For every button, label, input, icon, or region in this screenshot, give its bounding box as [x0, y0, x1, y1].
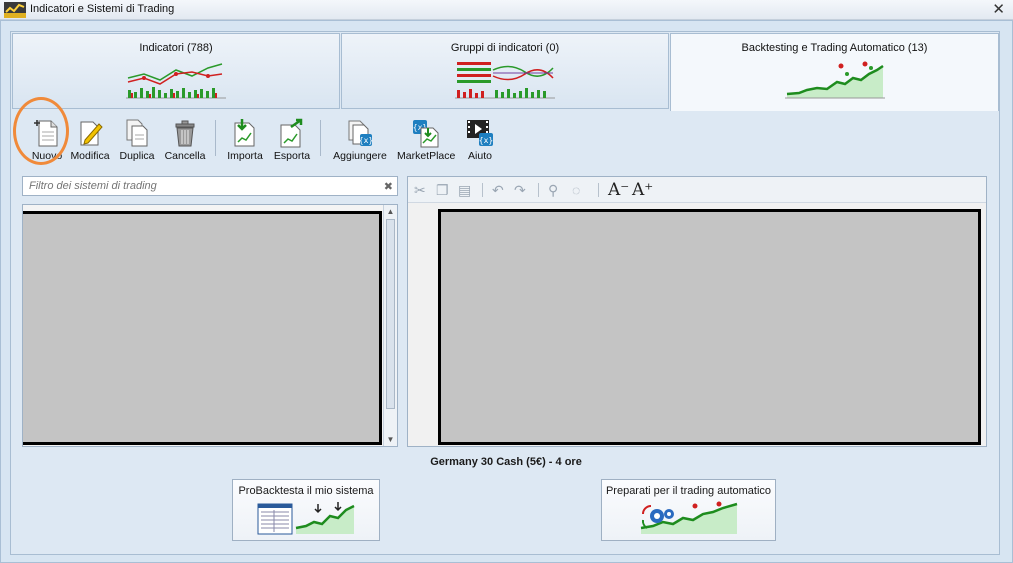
duplica-label: Duplica: [119, 150, 155, 162]
search-input[interactable]: [27, 178, 377, 194]
add-system-icon: {x}: [348, 120, 373, 146]
probacktest-button[interactable]: ProBacktesta il mio sistema: [232, 479, 380, 541]
tab-indicatori[interactable]: Indicatori (788): [12, 33, 340, 109]
search-icon[interactable]: ⚲: [548, 181, 558, 199]
editor-toolbar: ✂ ❐ ▤ ↶ ↷ ⚲ ◌ A⁻ A⁺: [408, 177, 986, 203]
list-scrollbar[interactable]: ▲ ▼: [383, 205, 397, 446]
cancella-label: Cancella: [164, 150, 206, 162]
duplicate-icon: [126, 119, 148, 147]
prepare-auto-trading-button[interactable]: Preparati per il trading automatico: [601, 479, 776, 541]
automatic-trading-icon: [640, 501, 737, 534]
import-icon: [234, 119, 255, 147]
font-larger-icon[interactable]: A⁺: [632, 181, 653, 199]
svg-text:{x}: {x}: [359, 136, 373, 145]
redacted-area: [23, 211, 382, 445]
aggiungere-button[interactable]: {x} Aggiungere: [331, 118, 389, 162]
window-frame: Indicatori (788) Gruppi di indicatori (0…: [0, 20, 1013, 563]
editor-separator: [538, 183, 539, 197]
indicator-chart-icon: [126, 63, 226, 99]
toolbar-separator: [215, 120, 216, 156]
prepare-label: Preparati per il trading automatico: [605, 485, 772, 497]
edit-pencil-icon: [80, 121, 103, 146]
editor-separator: [598, 183, 599, 197]
demo-logo-icon: [4, 2, 26, 18]
paste-icon[interactable]: ▤: [458, 181, 471, 199]
title-bar: Indicatori e Sistemi di Trading ✕: [0, 0, 1013, 20]
tab-label: Backtesting e Trading Automatico (13): [741, 42, 928, 54]
window-title: Indicatori e Sistemi di Trading: [30, 3, 175, 15]
backtesting-chart-icon: [784, 61, 885, 99]
probacktest-label: ProBacktesta il mio sistema: [238, 485, 374, 497]
redacted-area: [438, 209, 981, 445]
cancella-button[interactable]: Cancella: [163, 118, 207, 162]
aggiungere-label: Aggiungere: [333, 150, 387, 162]
importa-label: Importa: [227, 150, 263, 162]
toolbar-separator: [320, 120, 321, 156]
cut-icon[interactable]: ✂: [414, 181, 426, 199]
aiuto-label: Aiuto: [468, 150, 492, 162]
marketplace-button[interactable]: {x} MarketPlace: [397, 118, 455, 162]
marketplace-icon: {x}: [413, 120, 439, 148]
indicator-groups-icon: [455, 62, 555, 99]
copy-icon[interactable]: ❐: [436, 181, 449, 199]
modifica-button[interactable]: Modifica: [69, 118, 111, 162]
close-icon[interactable]: ✕: [992, 0, 1005, 18]
backtest-report-icon: [257, 502, 355, 535]
export-icon: [280, 118, 303, 148]
trading-systems-list[interactable]: ▲ ▼: [22, 204, 398, 447]
trash-can-icon: [175, 120, 195, 147]
comment-icon[interactable]: ◌: [572, 181, 580, 199]
main-panel: Indicatori (788) Gruppi di indicatori (0…: [10, 31, 1000, 555]
undo-icon[interactable]: ↶: [492, 181, 504, 199]
svg-text:{x}: {x}: [479, 136, 493, 145]
esporta-button[interactable]: Esporta: [271, 118, 313, 162]
tab-gruppi[interactable]: Gruppi di indicatori (0): [341, 33, 669, 109]
search-field[interactable]: ✖: [22, 176, 398, 196]
modifica-label: Modifica: [70, 150, 110, 162]
tab-backtesting[interactable]: Backtesting e Trading Automatico (13): [670, 33, 999, 111]
font-smaller-icon[interactable]: A⁻: [608, 181, 629, 199]
scroll-down-icon[interactable]: ▼: [386, 435, 395, 444]
scroll-thumb[interactable]: [386, 219, 395, 409]
help-video-icon: {x}: [467, 120, 493, 146]
importa-button[interactable]: Importa: [225, 118, 265, 162]
marketplace-label: MarketPlace: [397, 150, 456, 162]
code-editor[interactable]: ✂ ❐ ▤ ↶ ↷ ⚲ ◌ A⁻ A⁺: [407, 176, 987, 447]
clear-icon[interactable]: ✖: [384, 180, 393, 193]
tab-label: Gruppi di indicatori (0): [450, 42, 560, 54]
editor-separator: [482, 183, 483, 197]
esporta-label: Esporta: [273, 150, 311, 162]
annotation-highlight-circle: [13, 97, 69, 165]
redo-icon[interactable]: ↷: [514, 181, 526, 199]
tab-label: Indicatori (788): [139, 42, 213, 54]
scroll-up-icon[interactable]: ▲: [386, 207, 395, 216]
duplica-button[interactable]: Duplica: [117, 118, 157, 162]
instrument-label: Germany 30 Cash (5€) - 4 ore: [430, 456, 582, 468]
aiuto-button[interactable]: {x} Aiuto: [463, 118, 497, 162]
toolbar: Nuovo Modifica Duplica Cancella Importa …: [11, 116, 1001, 164]
